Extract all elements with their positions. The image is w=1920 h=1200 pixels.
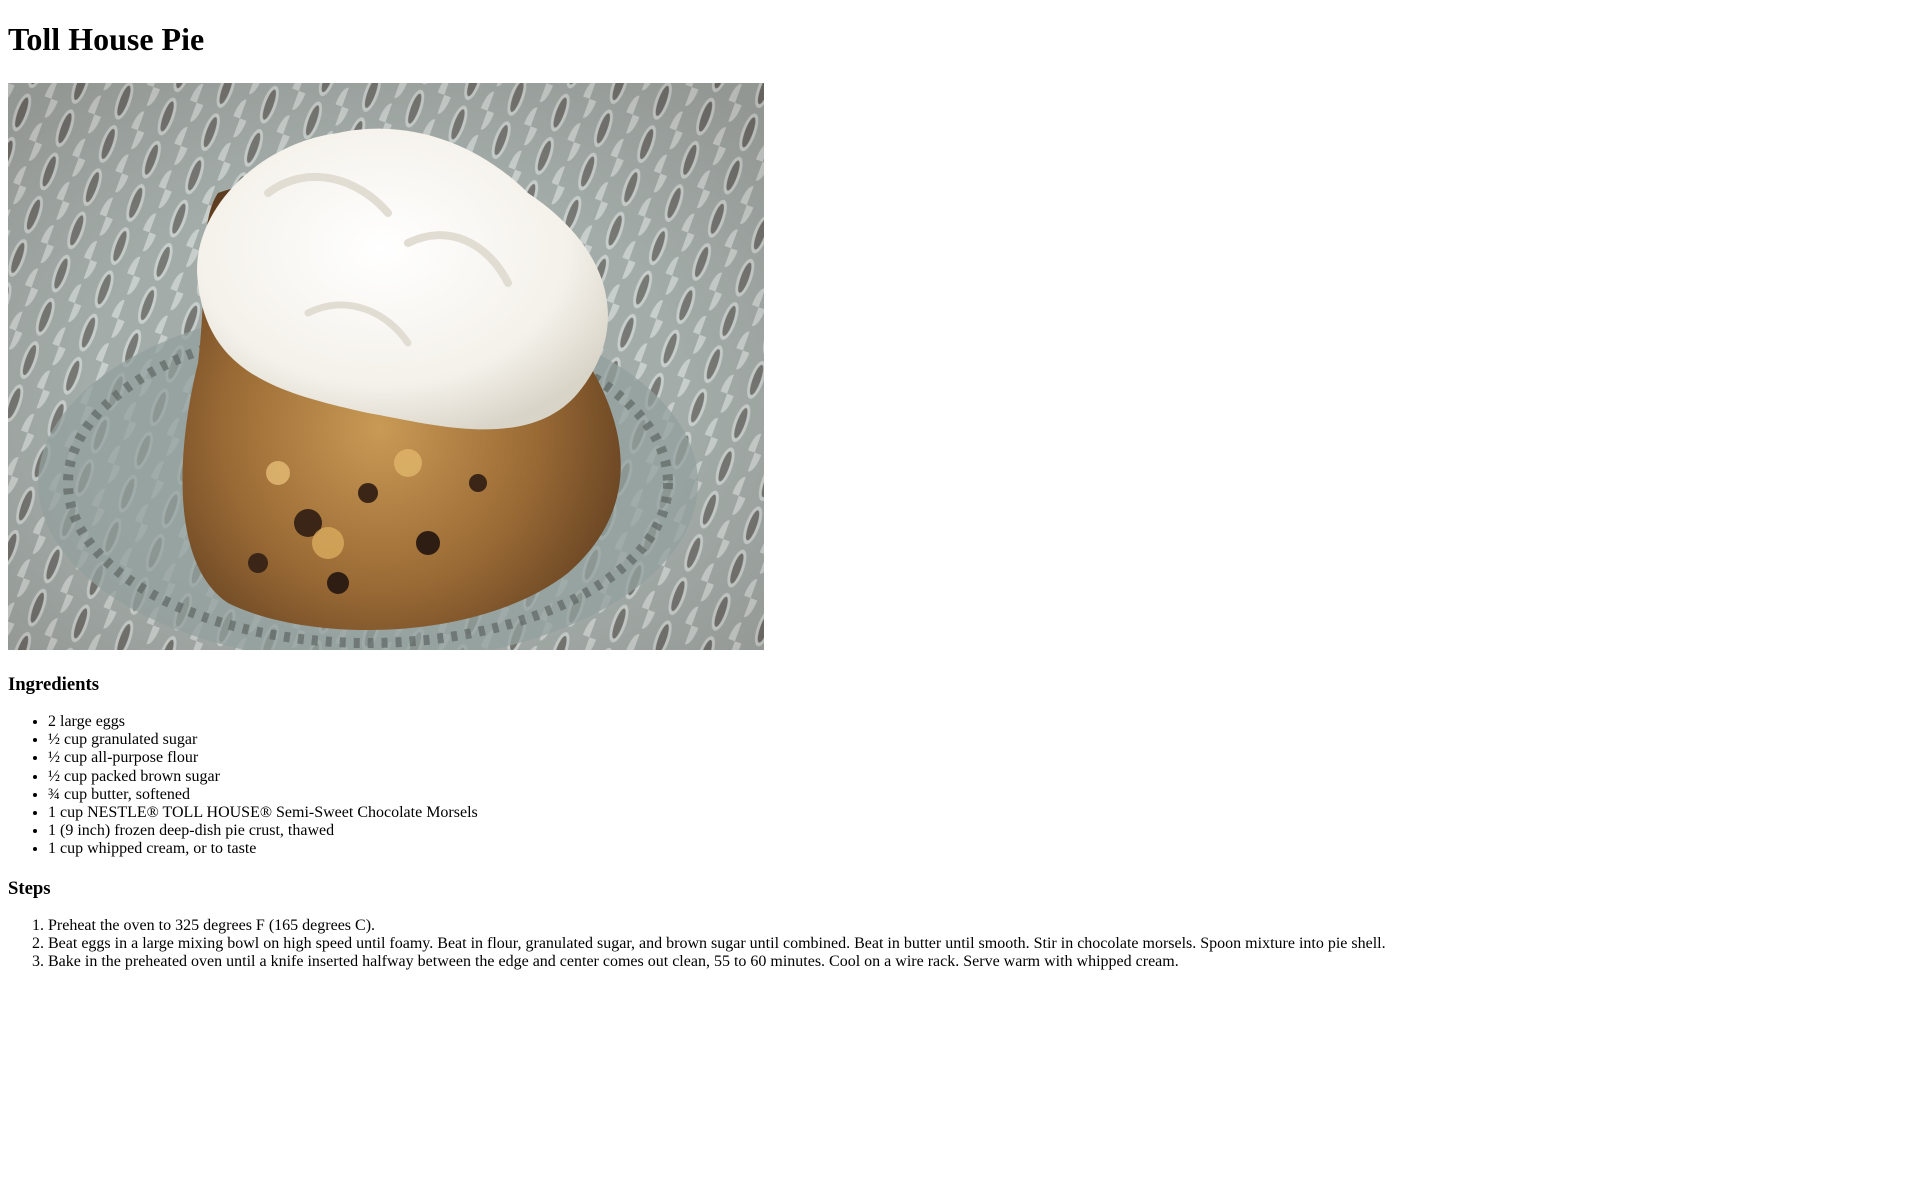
ingredient-item: ½ cup granulated sugar xyxy=(48,731,1908,749)
ingredients-list: 2 large eggs ½ cup granulated sugar ½ cu… xyxy=(8,713,1908,859)
ingredient-item: 1 cup NESTLE® TOLL HOUSE® Semi-Sweet Cho… xyxy=(48,804,1908,822)
steps-list: Preheat the oven to 325 degrees F (165 d… xyxy=(8,917,1908,972)
ingredient-item: ½ cup packed brown sugar xyxy=(48,768,1908,786)
recipe-photo xyxy=(8,83,764,650)
recipe-title: Toll House Pie xyxy=(8,21,205,57)
ingredient-item: ¾ cup butter, softened xyxy=(48,786,1908,804)
step-item: Beat eggs in a large mixing bowl on high… xyxy=(48,935,1908,953)
ingredient-item: 1 (9 inch) frozen deep-dish pie crust, t… xyxy=(48,822,1908,840)
step-item: Bake in the preheated oven until a knife… xyxy=(48,953,1908,971)
ingredient-item: ½ cup all-purpose flour xyxy=(48,749,1908,767)
step-item: Preheat the oven to 325 degrees F (165 d… xyxy=(48,917,1908,935)
ingredients-heading: Ingredients xyxy=(8,674,100,695)
steps-heading: Steps xyxy=(8,877,51,899)
recipe-page: Toll House Pie Ingredients • 2 large egg… xyxy=(8,0,1908,971)
ingredient-item: 2 large eggs xyxy=(48,713,1908,731)
ingredient-item: 1 cup whipped cream, or to taste xyxy=(48,840,1908,858)
